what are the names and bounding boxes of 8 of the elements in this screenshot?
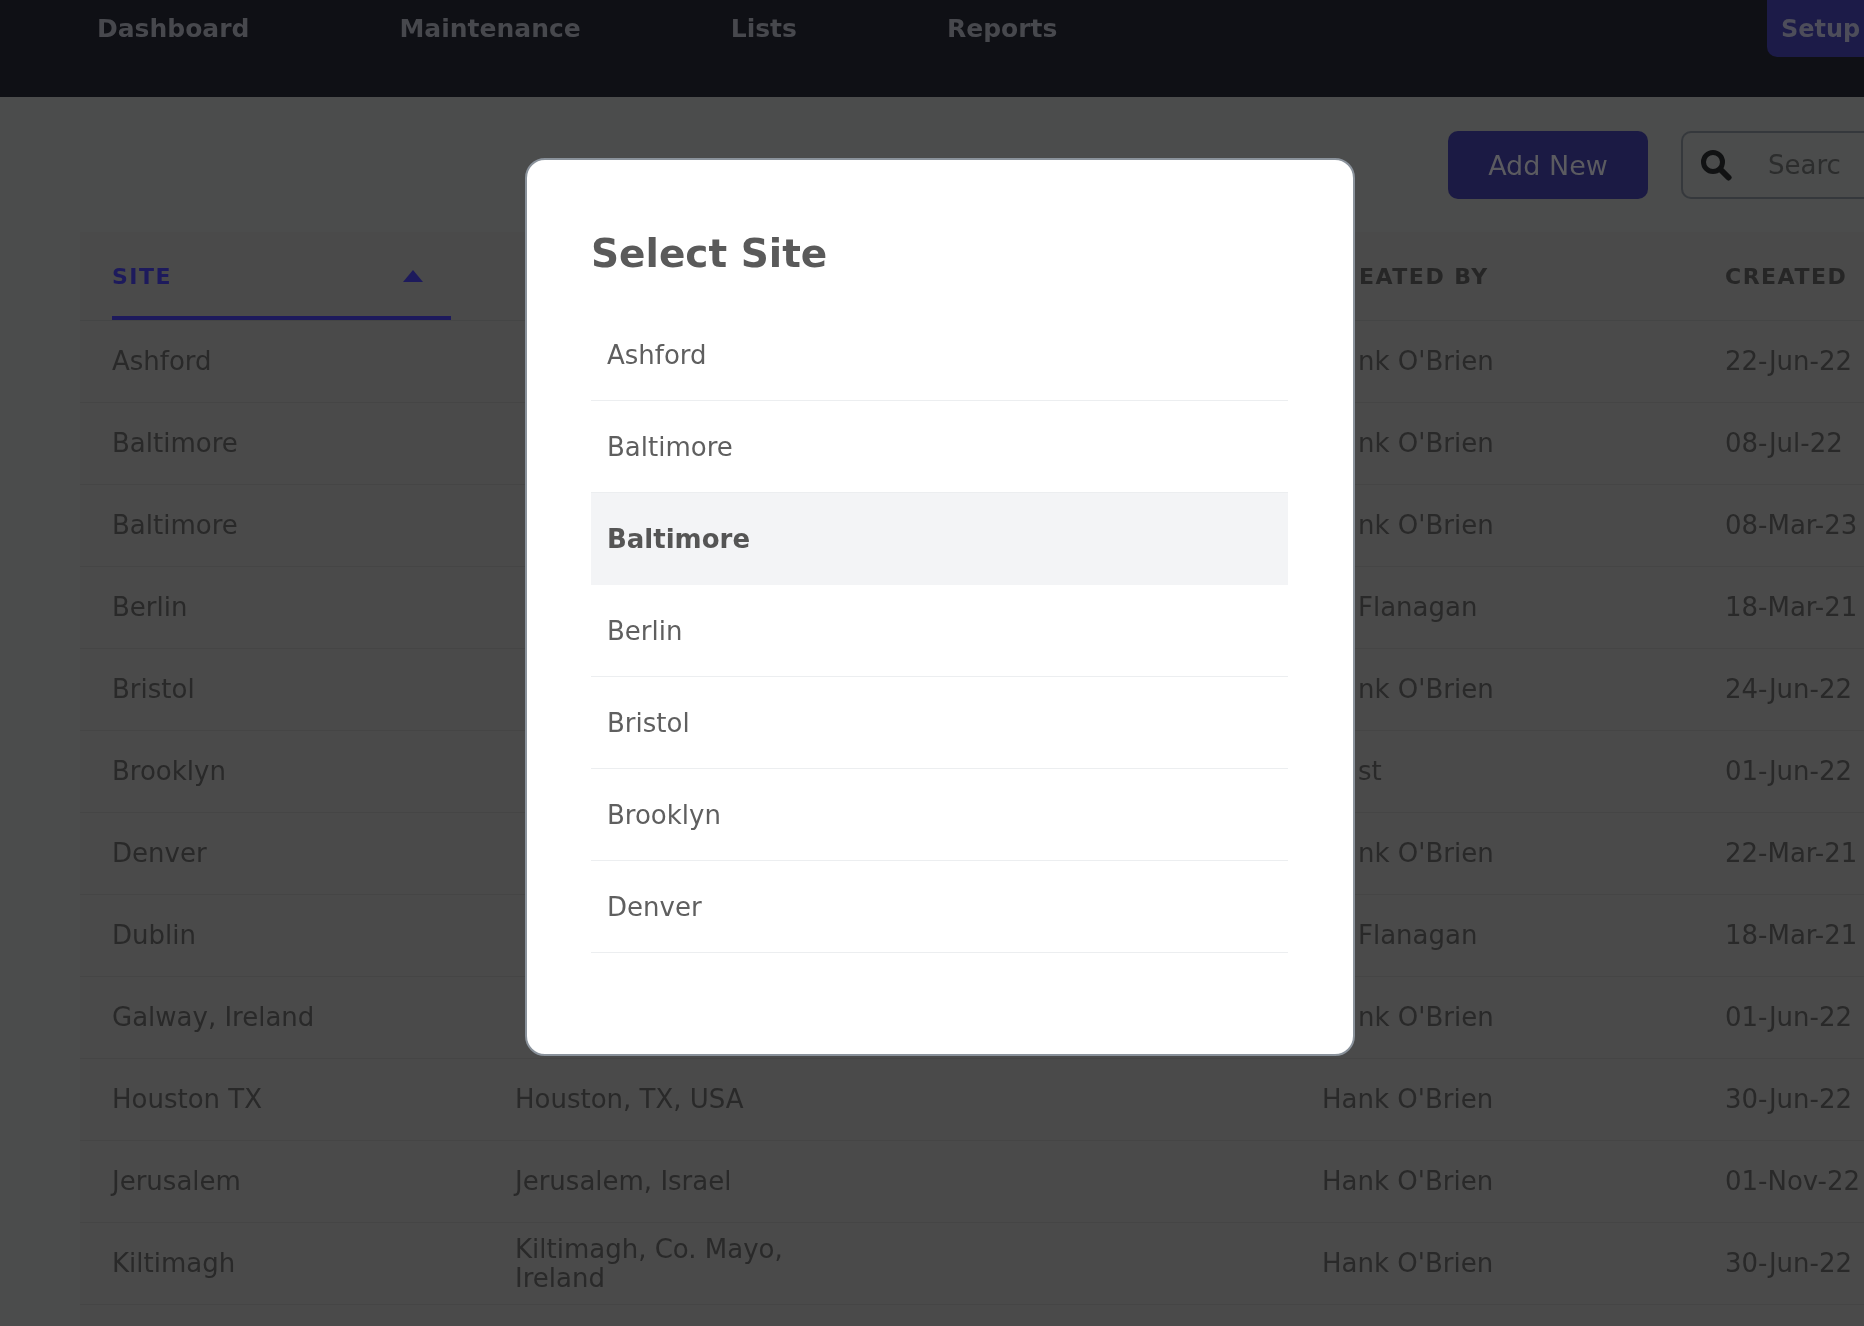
nav-link[interactable]: Dashboard (97, 14, 250, 44)
nav-link[interactable]: Reports (946, 14, 1058, 44)
search-icon (1700, 149, 1732, 181)
nav-link[interactable]: Maintenance (399, 14, 581, 44)
nav-link[interactable]: Lists (730, 14, 797, 44)
site-option[interactable]: Baltimore (591, 493, 1288, 585)
add-new-button[interactable]: Add New (1448, 131, 1648, 199)
dialog-title: Select Site (591, 230, 828, 278)
